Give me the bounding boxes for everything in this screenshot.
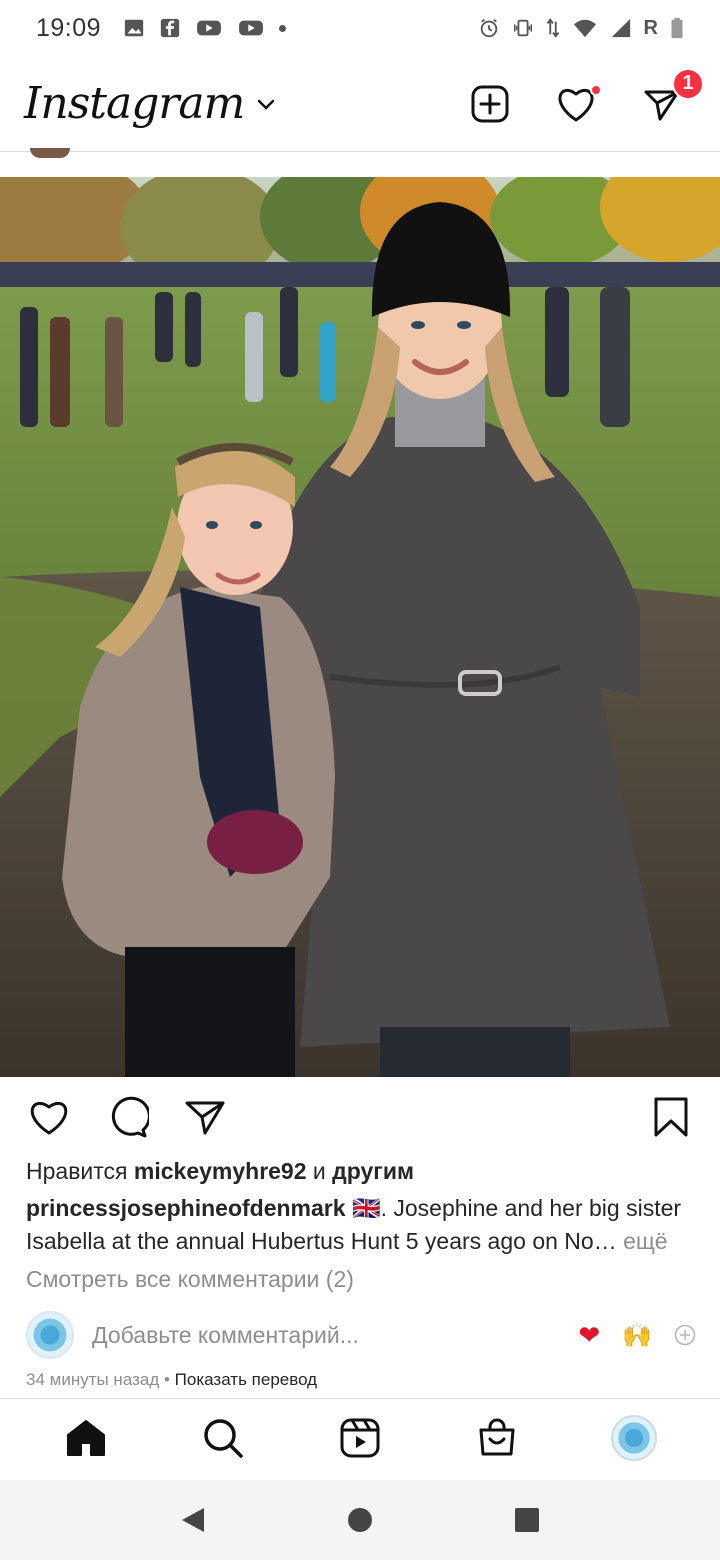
status-bar: 19:09 R <box>0 0 720 56</box>
add-square-icon <box>471 85 509 122</box>
share-button[interactable] <box>180 1092 230 1142</box>
activity-button[interactable] <box>554 82 602 126</box>
likes-and: и <box>312 1158 326 1184</box>
app-header: Instagram 1 <box>0 56 720 152</box>
system-nav-bar <box>0 1480 720 1560</box>
dm-badge: 1 <box>672 67 704 100</box>
current-user-avatar <box>26 1311 74 1359</box>
add-circle-icon[interactable] <box>674 1324 696 1346</box>
chevron-down-icon[interactable] <box>254 92 278 116</box>
search-icon <box>204 1418 243 1458</box>
recents-square-icon <box>514 1508 539 1532</box>
post-photo[interactable] <box>0 177 720 1077</box>
raised-hands-emoji-button[interactable]: 🙌 <box>622 1321 652 1350</box>
likes-line: Нравится mickeymyhre92 и другим <box>26 1158 414 1185</box>
back-button[interactable] <box>173 1500 213 1540</box>
dot-icon <box>279 24 287 32</box>
reels-icon <box>340 1418 380 1457</box>
youtube-icon <box>197 20 221 36</box>
likes-user-link[interactable]: mickeymyhre92 <box>134 1158 307 1184</box>
post-image <box>0 177 720 1077</box>
battery-icon <box>671 17 683 39</box>
likes-prefix: Нравится <box>26 1158 128 1184</box>
home-circle-icon <box>347 1508 372 1532</box>
likes-others-link[interactable]: другим <box>332 1158 414 1184</box>
caption-more-link[interactable]: ещё <box>623 1228 668 1254</box>
direct-messages-button[interactable]: 1 <box>640 67 704 126</box>
wifi-icon <box>573 19 596 38</box>
meta-separator: • <box>159 1370 175 1389</box>
shop-icon <box>479 1418 515 1455</box>
status-time: 19:09 <box>36 13 102 42</box>
home-icon <box>67 1419 106 1456</box>
signal-icon <box>611 18 630 38</box>
post-caption: princessjosephineofdenmark 🇬🇧. Josephine… <box>26 1192 696 1258</box>
caption-flag: 🇬🇧 <box>351 1195 381 1221</box>
save-button[interactable] <box>646 1092 696 1142</box>
home-button[interactable] <box>340 1500 380 1540</box>
comment-input[interactable]: Добавьте комментарий... <box>92 1322 359 1349</box>
facebook-icon <box>160 18 180 38</box>
comment-icon <box>111 1096 149 1138</box>
add-comment-row: Добавьте комментарий... ❤ 🙌 <box>26 1310 696 1360</box>
notification-dot <box>590 83 602 96</box>
nav-home[interactable] <box>58 1410 114 1466</box>
heart-emoji-button[interactable]: ❤ <box>578 1320 600 1351</box>
nav-reels[interactable] <box>332 1410 388 1466</box>
gallery-icon <box>124 19 144 37</box>
recents-button[interactable] <box>507 1500 547 1540</box>
back-triangle-icon <box>182 1508 205 1532</box>
bottom-nav <box>0 1398 720 1476</box>
post-time: 34 минуты назад <box>26 1370 160 1389</box>
nav-shop[interactable] <box>469 1410 525 1466</box>
alarm-icon <box>480 18 497 38</box>
bookmark-icon <box>654 1097 688 1137</box>
nav-search[interactable] <box>195 1410 251 1466</box>
new-post-button[interactable] <box>468 82 512 126</box>
instagram-logo[interactable]: Instagram <box>24 78 245 129</box>
data-arrows-icon <box>546 18 559 38</box>
caption-username[interactable]: princessjosephineofdenmark <box>26 1195 346 1221</box>
like-button[interactable] <box>24 1092 74 1142</box>
nav-profile[interactable] <box>606 1410 662 1466</box>
send-icon <box>185 1101 225 1135</box>
profile-avatar <box>610 1414 657 1461</box>
post-actions <box>0 1092 720 1144</box>
network-type: R <box>643 16 658 39</box>
show-translation-link[interactable]: Показать перевод <box>175 1370 317 1389</box>
heart-icon <box>30 1101 68 1135</box>
vibrate-icon <box>513 19 532 37</box>
post-meta: 34 минуты назад • Показать перевод <box>26 1370 317 1390</box>
post-author-avatar[interactable] <box>30 148 70 158</box>
youtube-icon <box>239 20 263 36</box>
comment-button[interactable] <box>102 1092 152 1142</box>
view-comments-link[interactable]: Смотреть все комментарии (2) <box>26 1266 354 1293</box>
